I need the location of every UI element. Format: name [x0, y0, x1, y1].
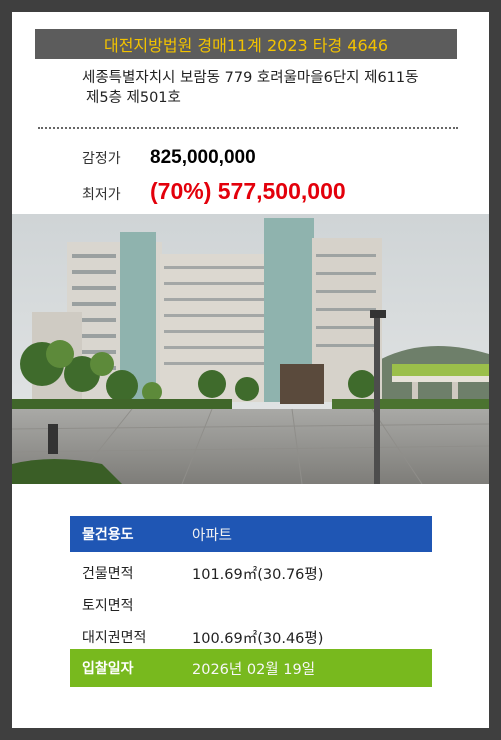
land-right-area-value: 100.69㎡(30.46평) — [192, 630, 324, 647]
bid-date-value: 2026년 02월 19일 — [192, 661, 316, 678]
apartment-building-photo — [12, 214, 489, 484]
address-line-1: 세종특별자치시 보람동 779 호려울마을6단지 제611동 — [82, 70, 419, 86]
property-address: 세종특별자치시 보람동 779 호려울마을6단지 제611동 제5층 제501호 — [82, 68, 482, 108]
auction-card: 대전지방법원 경매11계 2023 타경 4646 세종특별자치시 보람동 77… — [12, 12, 489, 728]
minimum-label: 최저가 — [82, 187, 121, 203]
building-illustration — [12, 214, 489, 484]
bid-date-label: 입찰일자 — [82, 661, 134, 677]
minimum-value: (70%) 577,500,000 — [150, 178, 346, 204]
building-area-value: 101.69㎡(30.76평) — [192, 566, 324, 583]
case-title-bar: 대전지방법원 경매11계 2023 타경 4646 — [35, 29, 457, 59]
dotted-divider — [38, 127, 458, 129]
land-area-label: 토지면적 — [82, 598, 134, 614]
minimum-price-row: 최저가 (70%) 577,500,000 — [82, 178, 346, 205]
usage-label: 물건용도 — [82, 527, 134, 543]
address-line-2: 제5층 제501호 — [86, 90, 181, 106]
bid-date-row: 입찰일자 2026년 02월 19일 — [70, 649, 432, 687]
appraisal-price-row: 감정가 825,000,000 — [82, 147, 256, 169]
land-right-area-label: 대지권면적 — [82, 630, 147, 646]
building-area-label: 건물면적 — [82, 566, 134, 582]
case-title: 대전지방법원 경매11계 2023 타경 4646 — [103, 36, 389, 55]
building-area-row: 건물면적 101.69㎡(30.76평) — [70, 555, 432, 591]
usage-value: 아파트 — [192, 527, 233, 544]
land-area-row: 토지면적 — [70, 587, 432, 623]
usage-row: 물건용도 아파트 — [70, 516, 432, 552]
appraisal-label: 감정가 — [82, 151, 121, 167]
appraisal-value: 825,000,000 — [150, 147, 256, 168]
